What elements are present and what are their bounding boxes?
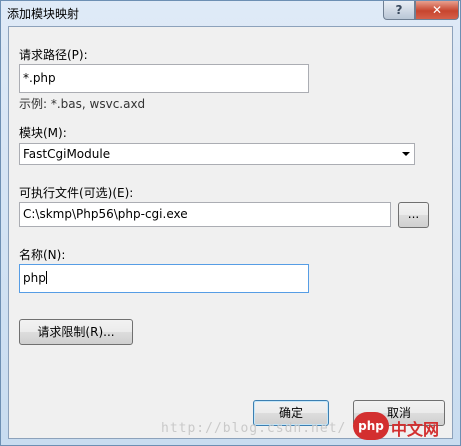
- module-select[interactable]: FastCgiModule: [19, 143, 415, 165]
- close-button[interactable]: ✕: [415, 1, 459, 20]
- php-logo-icon: php: [353, 412, 389, 440]
- dialog-title: 添加模块映射: [7, 7, 80, 21]
- request-path-example: 示例: *.bas, wsvc.axd: [19, 97, 146, 111]
- request-restrictions-button[interactable]: 请求限制(R)...: [19, 319, 133, 345]
- watermark-logo: php 中文网: [353, 410, 457, 442]
- executable-label: 可执行文件(可选)(E):: [19, 186, 134, 200]
- chevron-down-icon[interactable]: [402, 152, 410, 156]
- request-path-input[interactable]: *.php: [19, 64, 309, 93]
- dialog-window: 添加模块映射 ? ✕ 请求路径(P): *.php 示例: *.bas, wsv…: [0, 0, 461, 446]
- name-label: 名称(N):: [19, 248, 66, 262]
- title-bar[interactable]: 添加模块映射 ? ✕: [1, 1, 460, 25]
- text-caret: [45, 271, 47, 284]
- dialog-client-area: 请求路径(P): *.php 示例: *.bas, wsvc.axd 模块(M)…: [8, 26, 453, 439]
- name-input[interactable]: php: [19, 264, 309, 293]
- logo-suffix: 中文网: [391, 420, 440, 439]
- watermark-text: http://blog.csdn.net/: [161, 421, 347, 436]
- name-input-value: php: [23, 271, 46, 285]
- executable-input[interactable]: C:\skmp\Php56\php-cgi.exe: [19, 202, 391, 227]
- help-button[interactable]: ?: [383, 1, 415, 20]
- browse-button[interactable]: ...: [398, 202, 429, 228]
- module-label: 模块(M):: [19, 126, 67, 140]
- request-path-label: 请求路径(P):: [19, 48, 88, 62]
- module-selected-value: FastCgiModule: [23, 147, 111, 161]
